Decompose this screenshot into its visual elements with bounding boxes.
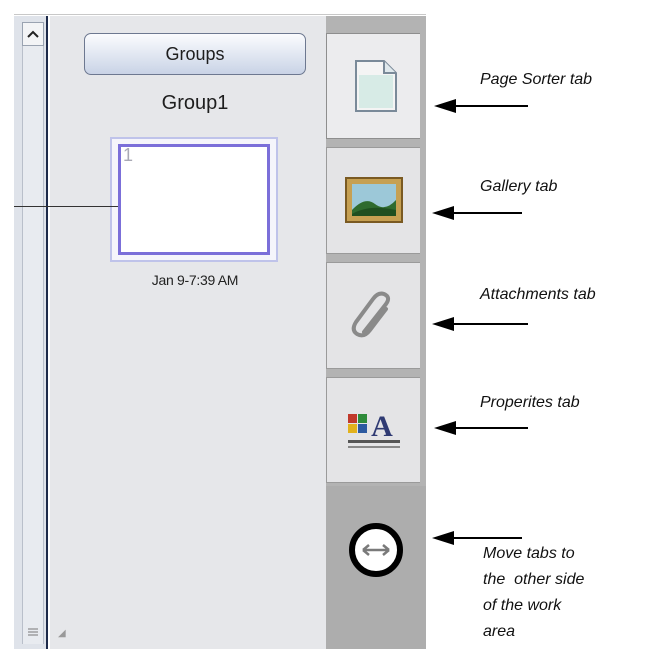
top-border xyxy=(14,14,426,15)
picture-icon xyxy=(344,176,403,223)
resize-corner-icon: ◢ xyxy=(58,628,66,639)
group-name: Group1 xyxy=(161,92,229,114)
annotation-gallery: Gallery tab xyxy=(480,178,558,195)
annotation-move-tabs-line-2: the other side xyxy=(483,571,585,588)
tab-gallery[interactable] xyxy=(326,147,420,254)
arrow-attachments xyxy=(432,317,528,331)
annotation-move-tabs: Move tabs to the other side of the work … xyxy=(483,541,584,645)
tab-properties[interactable]: A xyxy=(326,377,420,483)
tab-attachments[interactable] xyxy=(326,262,420,369)
scrollbar-grip[interactable] xyxy=(23,622,43,642)
scrollbar-track[interactable] xyxy=(22,22,44,644)
properties-icon: A xyxy=(347,410,400,448)
arrow-page-sorter xyxy=(434,99,528,113)
annotation-attachments: Attachments tab xyxy=(480,286,596,303)
page-thumbnail[interactable] xyxy=(118,144,270,255)
pointer-line xyxy=(14,206,118,207)
annotation-move-tabs-line-1: Move tabs to xyxy=(483,545,575,562)
double-arrow-circle-icon xyxy=(349,523,403,577)
annotation-properties: Properites tab xyxy=(480,394,580,411)
annotation-move-tabs-line-3: of the work xyxy=(483,597,562,614)
tab-move-tabs[interactable] xyxy=(326,486,426,649)
arrow-properties xyxy=(434,421,528,435)
svg-text:A: A xyxy=(371,410,393,443)
annotation-page-sorter: Page Sorter tab xyxy=(480,71,593,88)
groups-button[interactable]: Groups xyxy=(84,33,306,75)
page-number: 1 xyxy=(123,145,134,165)
paperclip-icon xyxy=(351,291,390,337)
scroll-up-button[interactable] xyxy=(22,22,44,46)
grip-icon xyxy=(28,628,38,636)
chevron-up-icon xyxy=(27,30,39,38)
arrow-gallery xyxy=(432,206,522,220)
page-icon xyxy=(354,60,397,112)
page-date-label: Jan 9-7:39 AM xyxy=(151,272,239,288)
annotation-move-tabs-line-4: area xyxy=(483,623,516,640)
tab-page-sorter[interactable] xyxy=(326,33,420,139)
